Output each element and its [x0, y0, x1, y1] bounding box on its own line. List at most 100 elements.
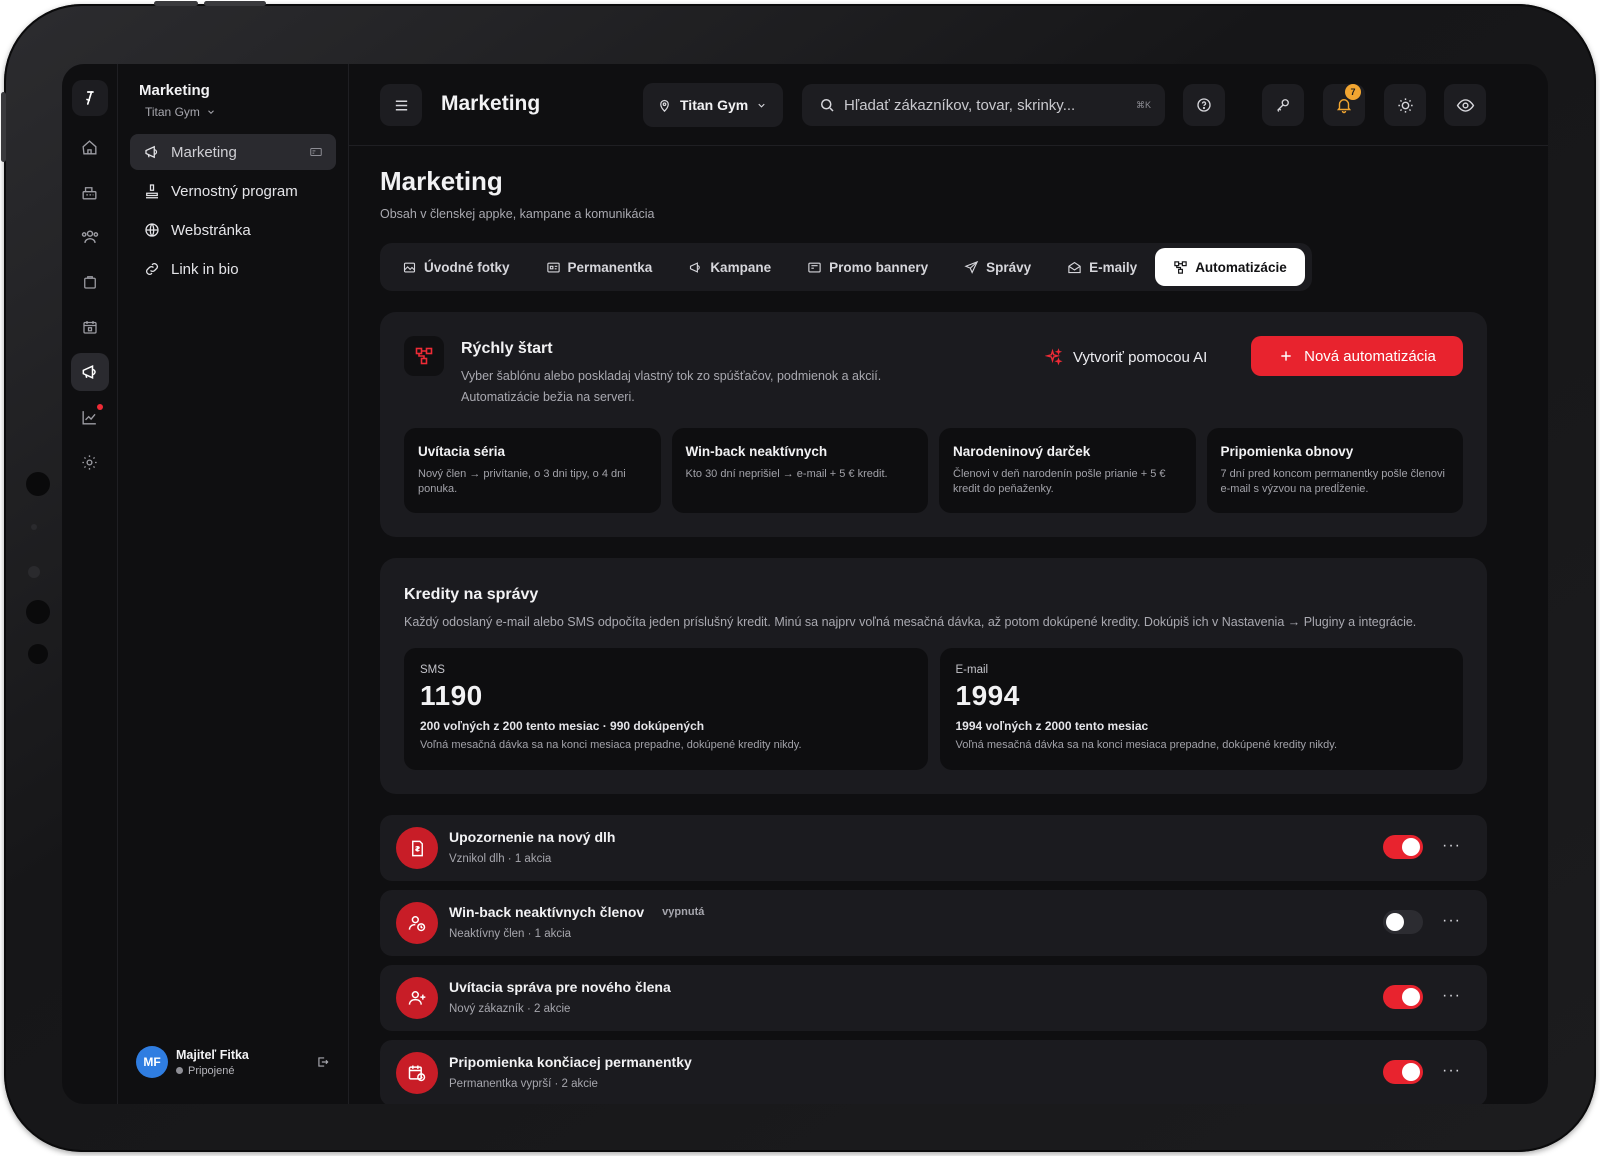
app-logo[interactable] [71, 80, 108, 116]
notification-badge: 7 [1345, 84, 1361, 100]
location-selector[interactable]: Titan Gym [643, 83, 783, 127]
tab-promo-bannery[interactable]: Promo bannery [789, 248, 946, 286]
more-options-button[interactable]: ··· [1442, 912, 1461, 930]
sensor-dot [31, 524, 37, 530]
globe-icon [145, 223, 159, 237]
automation-row[interactable]: Win-back neaktívnych členov vypnutá Neak… [380, 890, 1487, 956]
help-button[interactable] [1183, 84, 1225, 126]
template-card-welcome[interactable]: Uvítacia séria Nový člen → privítanie, o… [404, 428, 661, 513]
automation-toggle[interactable] [1383, 985, 1423, 1009]
tab-label: Správy [986, 259, 1032, 275]
rail-customers[interactable] [71, 218, 109, 256]
rail-home[interactable] [71, 128, 109, 166]
cash-register-icon [82, 186, 97, 200]
search-icon [821, 99, 834, 112]
tab-permanentka[interactable]: Permanentka [528, 248, 671, 286]
template-card-birthday[interactable]: Narodeninový darček Členovi v deň narode… [939, 428, 1196, 513]
more-options-button[interactable]: ··· [1442, 987, 1461, 1005]
hamburger-icon [395, 100, 407, 110]
quick-start-icon-box [404, 336, 444, 376]
menu-button[interactable] [380, 84, 422, 126]
tab-label: Automatizácie [1195, 259, 1287, 275]
user-profile[interactable]: MF Majiteľ Fitka Pripojené [136, 1046, 330, 1078]
tab-label: E-maily [1089, 259, 1138, 275]
key-button[interactable] [1262, 84, 1304, 126]
card-icon [310, 148, 322, 156]
template-desc: Nový člen → privítanie, o 3 dni tipy, o … [418, 468, 626, 495]
rail-shop[interactable] [71, 263, 109, 301]
new-automation-button[interactable]: Nová automatizácia [1251, 336, 1463, 376]
users-icon [81, 230, 98, 243]
tab-kampane[interactable]: Kampane [670, 248, 789, 286]
automation-title: Uvítacia správa pre nového člena [449, 979, 671, 995]
images-icon [403, 262, 416, 272]
send-icon [964, 260, 979, 274]
description-line: Vyber šablónu alebo poskladaj vlastný to… [461, 369, 882, 383]
icon-rail [62, 64, 118, 1104]
megaphone-icon [82, 365, 96, 379]
megaphone-icon [690, 261, 701, 273]
template-list: Uvítacia séria Nový člen → privítanie, o… [404, 428, 1463, 513]
email-credits: E-mail 1994 1994 voľných z 2000 tento me… [939, 648, 1463, 770]
automation-toggle[interactable] [1383, 1060, 1423, 1084]
sub-sidebar: Marketing Titan Gym Marketing Vernostný … [118, 64, 349, 1104]
sidebar-item-link-in-bio[interactable]: Link in bio [130, 251, 336, 287]
tab-e-maily[interactable]: E-maily [1049, 248, 1155, 286]
calendar-clock-icon [408, 1065, 426, 1082]
sidebar-item-loyalty[interactable]: Vernostný program [130, 173, 336, 209]
more-options-button[interactable]: ··· [1442, 837, 1461, 855]
automation-row[interactable]: Uvítacia správa pre nového člena Nový zá… [380, 965, 1487, 1031]
chevron-down-icon [758, 103, 765, 108]
page-subtitle: Obsah v členskej appke, kampane a komuni… [380, 207, 655, 221]
tab-uvodne-fotky[interactable]: Úvodné fotky [384, 248, 528, 286]
status-dot [176, 1067, 183, 1074]
theme-toggle-button[interactable] [1384, 84, 1426, 126]
notifications-button[interactable]: 7 [1323, 84, 1365, 126]
credits-card: Kredity na správy Každý odoslaný e-mail … [380, 558, 1487, 794]
automation-toggle[interactable] [1383, 910, 1423, 934]
template-desc: Kto 30 dní neprišiel → e-mail + 5 € kred… [685, 468, 888, 480]
logout-icon[interactable] [316, 1055, 330, 1069]
rail-settings[interactable] [71, 443, 109, 481]
quick-start-description: Vyber šablónu alebo poskladaj vlastný to… [461, 366, 961, 408]
automation-row[interactable]: Pripomienka končiacej permanentky Perman… [380, 1040, 1487, 1104]
template-title: Uvítacia séria [418, 444, 506, 459]
preview-button[interactable] [1444, 84, 1486, 126]
create-with-ai-button[interactable]: Vytvoriť pomocou AI [1045, 348, 1207, 366]
sidebar-item-website[interactable]: Webstránka [130, 212, 336, 248]
gym-switcher[interactable]: Titan Gym [130, 105, 336, 119]
home-icon [82, 139, 97, 155]
notification-dot [96, 404, 103, 410]
screen: Marketing Titan Gym Marketing Vernostný … [62, 64, 1548, 1104]
banner-icon [808, 262, 821, 272]
automation-subtitle: Nový zákazník · 2 akcie [449, 1003, 571, 1015]
automation-row[interactable]: Upozornenie na nový dlh Vznikol dlh · 1 … [380, 815, 1487, 881]
rail-analytics[interactable] [71, 398, 109, 436]
automation-toggle[interactable] [1383, 835, 1423, 859]
top-bar: Marketing Titan Gym Hľadať zákazníkov, t… [349, 64, 1548, 146]
credit-label: SMS [420, 664, 445, 676]
plus-icon [1281, 351, 1291, 361]
tab-spravy[interactable]: Správy [946, 248, 1049, 286]
search-input[interactable]: Hľadať zákazníkov, tovar, skrinky... ⌘K [802, 84, 1165, 126]
sidebar-item-marketing[interactable]: Marketing [130, 134, 336, 170]
more-options-button[interactable]: ··· [1442, 1062, 1461, 1080]
chevron-down-icon [208, 110, 214, 114]
automation-title-text: Uvítacia správa pre nového člena [449, 979, 671, 995]
rail-pos[interactable] [71, 173, 109, 211]
template-card-renewal[interactable]: Pripomienka obnovy 7 dní pred koncom per… [1206, 428, 1463, 513]
workflow-icon [415, 347, 433, 365]
automation-subtitle: Permanentka vyprší · 2 akcie [449, 1078, 598, 1090]
status-text: Pripojené [188, 1064, 235, 1077]
rail-calendar[interactable] [71, 308, 109, 346]
sidebar-nav: Marketing Vernostný program Webstránka L… [130, 134, 336, 287]
rail-marketing[interactable] [70, 353, 109, 391]
tab-automatizacie[interactable]: Automatizácie [1155, 248, 1305, 286]
credit-detail: 200 voľných z 200 tento mesiac · 990 dok… [420, 719, 705, 733]
tablet-frame: Marketing Titan Gym Marketing Vernostný … [1, 1, 1596, 1152]
sidebar-item-label: Vernostný program [171, 182, 298, 200]
template-card-winback[interactable]: Win-back neaktívnych Kto 30 dní neprišie… [671, 428, 928, 513]
help-circle-icon [1197, 98, 1211, 112]
template-desc: 7 dní pred koncom permanentky pošle člen… [1220, 468, 1445, 495]
user-plus-icon [408, 991, 426, 1005]
